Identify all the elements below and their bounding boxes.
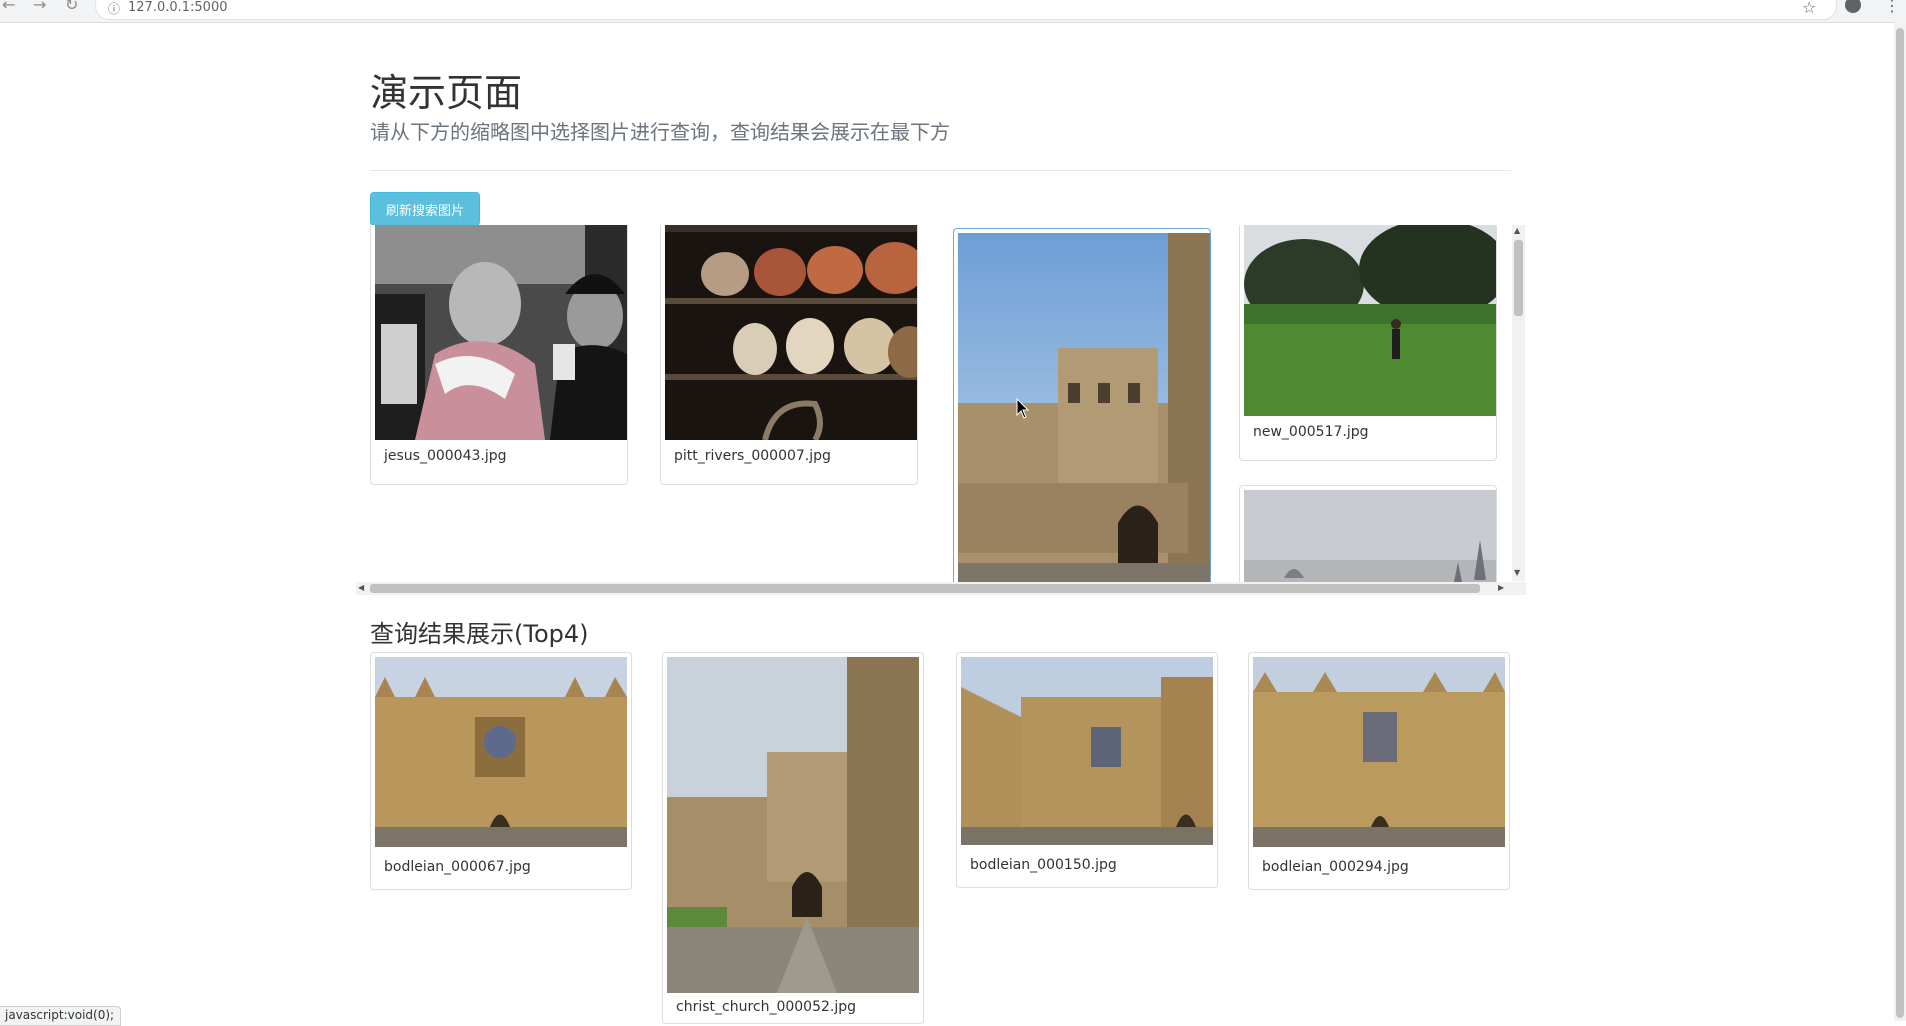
info-icon[interactable]: ⓘ: [108, 0, 120, 17]
thumbnail-image[interactable]: [665, 225, 918, 440]
thumbnail-card-selected[interactable]: [953, 228, 1211, 595]
result-card-christ-church-052[interactable]: christ_church_000052.jpg: [662, 652, 924, 1024]
status-bar-url: javascript:void(0);: [0, 1006, 122, 1026]
forward-icon[interactable]: →: [33, 0, 46, 13]
result-caption: christ_church_000052.jpg: [676, 999, 857, 1015]
thumbnail-card-partial[interactable]: [1239, 485, 1497, 595]
browser-menu-icon[interactable]: ⋮: [1884, 0, 1900, 15]
thumbnail-card-pitt-rivers[interactable]: pitt_rivers_000007.jpg: [660, 225, 918, 485]
thumbnail-caption: pitt_rivers_000007.jpg: [674, 448, 831, 464]
gallery-horizontal-scrollbar-thumb[interactable]: [370, 584, 1480, 593]
page-scrollbar-thumb[interactable]: [1896, 28, 1904, 1018]
result-caption: bodleian_000150.jpg: [970, 857, 1117, 873]
scroll-left-arrow-icon[interactable]: ◀: [358, 583, 364, 592]
thumbnail-image[interactable]: [1244, 490, 1497, 595]
result-card-bodleian-294[interactable]: bodleian_000294.jpg: [1248, 652, 1510, 890]
thumbnail-caption: jesus_000043.jpg: [384, 448, 507, 464]
result-card-bodleian-067[interactable]: bodleian_000067.jpg: [370, 652, 632, 890]
mouse-cursor-icon: [1016, 398, 1030, 419]
refresh-search-images-button[interactable]: 刷新搜索图片: [370, 192, 480, 226]
scroll-down-arrow-icon[interactable]: ▼: [1514, 568, 1520, 577]
result-caption: bodleian_000067.jpg: [384, 859, 531, 875]
scroll-up-arrow-icon[interactable]: ▲: [1514, 226, 1520, 235]
thumbnail-image[interactable]: [958, 233, 1211, 593]
browser-toolbar: ← → ↻ ⓘ 127.0.0.1:5000 ☆ ⋮: [0, 0, 1906, 23]
thumbnail-card-new[interactable]: new_000517.jpg: [1239, 225, 1497, 461]
result-image[interactable]: [1253, 657, 1505, 847]
result-image[interactable]: [961, 657, 1213, 845]
account-icon[interactable]: [1845, 0, 1861, 13]
back-icon[interactable]: ←: [2, 0, 15, 13]
header-divider: [370, 170, 1511, 171]
result-card-bodleian-150[interactable]: bodleian_000150.jpg: [956, 652, 1218, 888]
address-bar[interactable]: ⓘ 127.0.0.1:5000: [95, 0, 1837, 20]
thumbnail-image[interactable]: [375, 225, 628, 440]
reload-icon[interactable]: ↻: [65, 0, 78, 13]
thumbnail-image[interactable]: [1244, 225, 1497, 416]
results-title: 查询结果展示(Top4): [370, 620, 589, 648]
scroll-right-arrow-icon[interactable]: ▶: [1498, 583, 1504, 592]
address-url[interactable]: 127.0.0.1:5000: [128, 0, 228, 15]
thumbnail-card-jesus[interactable]: jesus_000043.jpg: [370, 225, 628, 485]
result-image[interactable]: [375, 657, 627, 847]
thumbnail-caption: new_000517.jpg: [1253, 424, 1369, 440]
result-image[interactable]: [667, 657, 919, 993]
result-caption: bodleian_000294.jpg: [1262, 859, 1409, 875]
bookmark-star-icon[interactable]: ☆: [1802, 0, 1816, 17]
thumbnail-gallery[interactable]: jesus_000043.jpg pitt_rivers_000007.jpg: [356, 225, 1526, 595]
gallery-vertical-scrollbar-thumb[interactable]: [1514, 240, 1523, 316]
page-subtitle: 请从下方的缩略图中选择图片进行查询，查询结果会展示在最下方: [370, 120, 950, 144]
page-title: 演示页面: [370, 71, 523, 115]
